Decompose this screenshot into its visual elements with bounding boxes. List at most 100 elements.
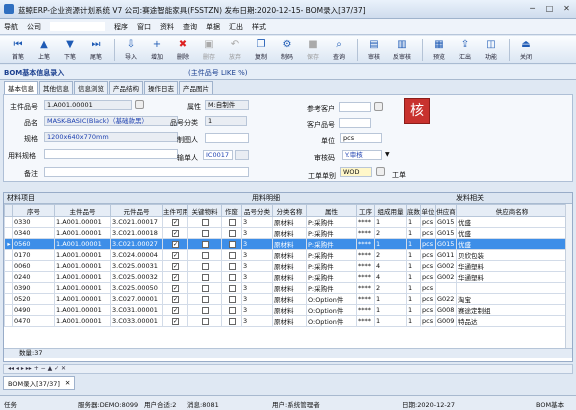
checkbox[interactable]	[228, 295, 236, 303]
menu-navigation[interactable]: 导航	[4, 22, 18, 32]
cust-item-field[interactable]	[339, 118, 371, 128]
cell-unit[interactable]: pcs	[420, 227, 436, 239]
menu-document[interactable]: 单据	[206, 22, 220, 32]
cell-void-checkbox[interactable]	[221, 216, 242, 228]
cell-qty[interactable]: 1	[374, 304, 407, 316]
cell-qty[interactable]: 4	[374, 260, 407, 272]
cell-comp[interactable]: 3.C025.00031	[110, 260, 163, 272]
close-icon[interactable]: ✕	[559, 2, 574, 15]
cell-main[interactable]: 1.A001.00001	[54, 260, 111, 272]
table-row[interactable]: 0170 1.A001.00001 3.C024.00004 ✓ 3 原材料 P:采购件 **…	[4, 249, 568, 261]
cell-attr[interactable]: P:采购件	[306, 260, 357, 272]
checkbox[interactable]	[228, 284, 236, 292]
cell-comp[interactable]: 3.C021.00018	[110, 227, 163, 239]
cell-base[interactable]: 1	[406, 216, 421, 228]
cell-qty[interactable]: 1	[374, 238, 407, 250]
cell-void-checkbox[interactable]	[221, 315, 242, 327]
menu-query[interactable]: 查询	[183, 22, 197, 32]
cell-unit[interactable]: pcs	[420, 238, 436, 250]
cell-avail-checkbox[interactable]: ✓	[162, 249, 188, 261]
maximize-icon[interactable]: □	[542, 2, 557, 15]
table-row[interactable]: ▸ 0560 1.A001.00001 3.C021.00027 ✓ 3 原材料 P:采购件 *…	[4, 238, 568, 250]
cell-seq[interactable]: 0560	[12, 238, 55, 250]
col-supplier[interactable]: 供应商	[435, 204, 457, 217]
tab-structure[interactable]: 产品结构	[109, 81, 143, 94]
col-key[interactable]: 关键物料	[187, 204, 222, 217]
cell-unit[interactable]: pcs	[420, 260, 436, 272]
col-unit[interactable]: 单位	[420, 204, 436, 217]
order-type-field[interactable]: WOD	[340, 167, 372, 177]
cell-key-checkbox[interactable]	[187, 304, 222, 316]
table-row[interactable]: 0330 1.A001.00001 3.C021.00017 ✓ 3 原材料 P:采购件 **…	[4, 216, 568, 228]
checkbox[interactable]: ✓	[172, 262, 179, 270]
cell-catname[interactable]: 原材料	[272, 304, 307, 316]
function-button[interactable]: ◫ 功能	[479, 37, 503, 63]
cell-avail-checkbox[interactable]: ✓	[162, 238, 188, 250]
col-component[interactable]: 元件品号	[110, 204, 163, 217]
cell-void-checkbox[interactable]	[221, 282, 242, 294]
menu-program[interactable]: 程序	[114, 22, 128, 32]
cell-supname[interactable]: 华通塑料	[456, 271, 568, 283]
code-button[interactable]: ⚙ 制码	[275, 37, 299, 63]
cell-op[interactable]: ****	[356, 249, 375, 261]
cell-unit[interactable]: pcs	[420, 282, 436, 294]
table-row[interactable]: 0240 1.A001.00001 3.C025.00032 ✓ 3 原材料 P:采购件 **…	[4, 271, 568, 283]
table-row[interactable]: 0520 1.A001.00001 3.C027.00001 ✓ 3 原材料 O:Optio…	[4, 293, 568, 305]
cell-base[interactable]: 1	[406, 282, 421, 294]
cell-attr[interactable]: O:Option件	[306, 304, 357, 316]
cell-supname[interactable]: 赛途定制组	[456, 304, 568, 316]
cell-base[interactable]: 1	[406, 293, 421, 305]
tab-basic-info[interactable]: 基本信息	[4, 81, 38, 94]
tab-browse[interactable]: 信息浏览	[74, 81, 108, 94]
spec-field[interactable]: 1200x640x770mm	[44, 132, 178, 142]
col-seq[interactable]: 序号	[12, 204, 55, 217]
checkbox[interactable]	[201, 251, 209, 259]
first-record-button[interactable]: ⏮ 首笔	[6, 37, 30, 63]
cell-sup[interactable]: G011	[435, 249, 457, 261]
cell-seq[interactable]: 0240	[12, 271, 55, 283]
cell-avail-checkbox[interactable]: ✓	[162, 227, 188, 239]
tab-close-icon[interactable]: ✕	[65, 379, 70, 387]
audit-select[interactable]: Y.审核	[342, 150, 382, 160]
cell-qty[interactable]: 1	[374, 315, 407, 327]
cell-comp[interactable]: 3.C024.00004	[110, 249, 163, 261]
cell-attr[interactable]: O:Option件	[306, 315, 357, 327]
table-row[interactable]: 0390 1.A001.00001 3.C025.00050 ✓ 3 原材料 P:采购件 **…	[4, 282, 568, 294]
cell-seq[interactable]: 0060	[12, 260, 55, 272]
cell-qty[interactable]: 2	[374, 282, 407, 294]
col-op[interactable]: 工序	[356, 204, 375, 217]
checkbox[interactable]	[228, 262, 236, 270]
cell-unit[interactable]: pcs	[420, 271, 436, 283]
cell-op[interactable]: ****	[356, 227, 375, 239]
cell-supname[interactable]	[456, 282, 568, 294]
cell-sup[interactable]: G015	[435, 238, 457, 250]
menu-window[interactable]: 窗口	[137, 22, 151, 32]
checkbox[interactable]: ✓	[172, 273, 179, 281]
col-attr[interactable]: 属性	[306, 204, 357, 217]
last-record-button[interactable]: ⏭ 尾笔	[84, 37, 108, 63]
cell-main[interactable]: 1.A001.00001	[54, 249, 111, 261]
cell-avail-checkbox[interactable]: ✓	[162, 216, 188, 228]
cell-attr[interactable]: P:采购件	[306, 238, 357, 250]
cell-sup[interactable]: G022	[435, 293, 457, 305]
cell-qty[interactable]: 2	[374, 227, 407, 239]
cell-cat[interactable]: 3	[241, 227, 273, 239]
table-row[interactable]: 0060 1.A001.00001 3.C025.00031 ✓ 3 原材料 P:采购件 **…	[4, 260, 568, 272]
cell-cat[interactable]: 3	[241, 249, 273, 261]
cell-op[interactable]: ****	[356, 260, 375, 272]
cell-catname[interactable]: 原材料	[272, 315, 307, 327]
cell-key-checkbox[interactable]	[187, 249, 222, 261]
menu-style[interactable]: 样式	[252, 22, 266, 32]
cell-main[interactable]: 1.A001.00001	[54, 293, 111, 305]
col-base[interactable]: 底数	[406, 204, 421, 217]
cell-catname[interactable]: 原材料	[272, 271, 307, 283]
next-record-button[interactable]: ▼ 下笔	[58, 37, 82, 63]
add-button[interactable]: + 增加	[145, 37, 169, 63]
cell-key-checkbox[interactable]	[187, 271, 222, 283]
close-button[interactable]: ⏏ 关闭	[514, 37, 538, 63]
cell-cat[interactable]: 3	[241, 216, 273, 228]
prev-record-button[interactable]: ▲ 上笔	[32, 37, 56, 63]
checkbox[interactable]	[228, 317, 236, 325]
cell-main[interactable]: 1.A001.00001	[54, 282, 111, 294]
copy-button[interactable]: ❐ 复制	[249, 37, 273, 63]
